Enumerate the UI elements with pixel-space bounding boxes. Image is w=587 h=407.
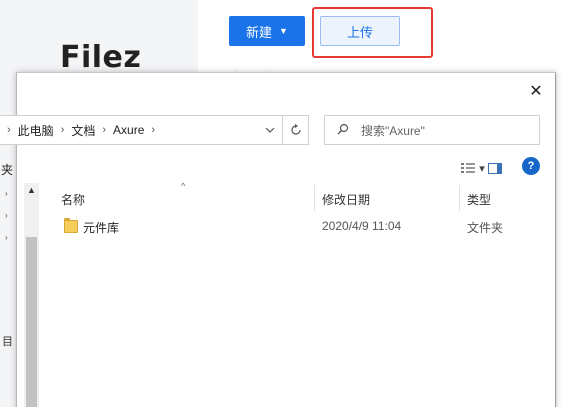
sort-up-icon: ^ <box>181 181 186 191</box>
chevron-right-icon: › <box>60 124 65 136</box>
column-divider[interactable] <box>459 185 460 211</box>
file-type: 文件夹 <box>467 221 504 235</box>
caret-down-icon: ▾ <box>479 162 485 175</box>
toolbar-new-folder[interactable]: 夹 <box>1 161 13 178</box>
chevron-right-icon: › <box>151 124 156 136</box>
column-header-type[interactable]: 类型 <box>467 191 491 208</box>
chevron-right-icon: › <box>102 124 107 136</box>
search-placeholder: 搜索"Axure" <box>361 123 425 138</box>
expand-arrow-icon[interactable]: › <box>5 233 8 242</box>
chevron-down-icon[interactable] <box>258 116 282 144</box>
folder-icon <box>64 218 78 233</box>
breadcrumb-this-pc[interactable]: 此电脑 <box>18 122 54 139</box>
help-icon[interactable]: ? <box>522 157 540 175</box>
scrollbar-thumb[interactable] <box>26 237 37 407</box>
breadcrumb-axure[interactable]: Axure <box>113 123 144 137</box>
close-icon[interactable]: ✕ <box>525 81 547 103</box>
column-header-modified[interactable]: 修改日期 <box>322 191 370 208</box>
search-icon <box>325 123 361 138</box>
nav-scrollbar[interactable]: ▲ <box>24 183 39 407</box>
file-modified: 2020/4/9 11:04 <box>322 219 402 233</box>
address-bar[interactable]: › 此电脑 › 文档 › Axure › <box>0 115 309 145</box>
new-button[interactable]: 新建 ▼ <box>229 16 305 46</box>
file-row[interactable]: 元件库 2020/4/9 11:04 文件夹 <box>47 214 557 238</box>
scroll-up-icon[interactable]: ▲ <box>24 185 39 195</box>
refresh-icon[interactable] <box>282 116 308 144</box>
search-input[interactable]: 搜索"Axure" <box>324 115 540 145</box>
navigation-pane: › › › 目 ▲ <box>1 183 39 407</box>
app-logo: Filez <box>60 40 142 75</box>
view-options-icon[interactable]: ▾ <box>458 159 488 177</box>
column-header-row: ^ 名称 修改日期 类型 <box>47 181 557 211</box>
chevron-right-icon: › <box>7 124 11 136</box>
file-open-dialog: ✕ › 此电脑 › 文档 › Axure › 搜索"Axure" 夹 ▾ ? ›… <box>0 72 557 407</box>
breadcrumb-documents[interactable]: 文档 <box>71 122 95 139</box>
column-divider[interactable] <box>314 185 315 211</box>
expand-arrow-icon[interactable]: › <box>5 211 8 220</box>
expand-arrow-icon[interactable]: › <box>5 189 8 198</box>
preview-pane-icon[interactable] <box>486 159 504 177</box>
new-button-label: 新建 <box>246 24 273 40</box>
file-name: 元件库 <box>83 221 120 235</box>
caret-down-icon: ▼ <box>279 26 288 36</box>
highlight-box <box>312 7 433 58</box>
nav-item-label[interactable]: 目 <box>2 333 13 349</box>
column-header-name[interactable]: 名称 <box>61 191 85 208</box>
